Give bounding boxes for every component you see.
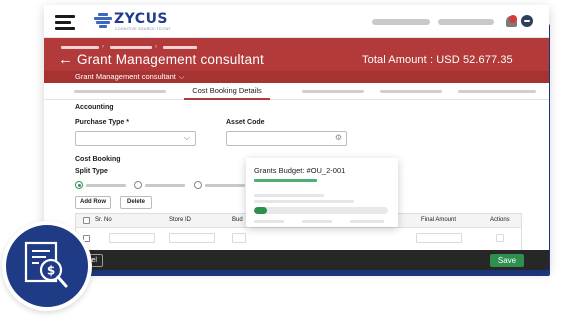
final-amount-cell-input[interactable] xyxy=(416,233,462,243)
asset-code-label: Asset Code xyxy=(226,119,265,126)
brand-logo-text: ZYCUS xyxy=(114,11,169,27)
action-icon[interactable] xyxy=(496,234,504,242)
accounting-heading: Accounting xyxy=(75,104,114,111)
breadcrumb-item[interactable] xyxy=(163,46,197,49)
add-row-button[interactable]: Add Row xyxy=(75,196,111,209)
split-type-option-3 xyxy=(205,184,245,187)
cost-booking-heading: Cost Booking xyxy=(75,156,121,163)
split-type-radio-1[interactable] xyxy=(75,181,83,189)
purchase-type-label: Purchase Type * xyxy=(75,119,129,126)
svg-text:$: $ xyxy=(47,264,55,278)
chevron-down-icon: ⌵ xyxy=(183,133,190,142)
budget-progress-fill xyxy=(254,207,268,214)
breadcrumb-item[interactable] xyxy=(61,46,99,49)
split-type-label: Split Type xyxy=(75,168,108,175)
page-header: › › ← Grant Management consultant Total … xyxy=(44,38,549,83)
delete-button[interactable]: Delete xyxy=(120,196,152,209)
chevron-down-icon: ⌵ xyxy=(178,74,185,81)
top-placeholder-2 xyxy=(438,19,494,25)
budget-progress-bar xyxy=(254,207,388,214)
popup-placeholder xyxy=(254,200,354,203)
popup-placeholder xyxy=(254,194,324,197)
popup-placeholder xyxy=(350,220,384,223)
popup-placeholder xyxy=(302,220,332,223)
breadcrumb-separator-icon: › xyxy=(155,44,157,50)
popup-accent-line xyxy=(254,179,317,182)
column-header-final-amount: Final Amount xyxy=(421,217,457,223)
app-window: ZYCUS COGNITIVE SOURCE-TO-PAY › › ← Gran… xyxy=(44,5,549,270)
total-amount: Total Amount : USD 52.677.35 xyxy=(362,54,513,66)
breadcrumb-item[interactable] xyxy=(110,46,152,49)
notification-bell-icon[interactable] xyxy=(506,15,517,27)
zycus-logo-icon xyxy=(94,13,112,28)
split-type-option-1 xyxy=(86,184,126,187)
tab-placeholder[interactable] xyxy=(380,90,442,93)
tab-cost-booking-details[interactable]: Cost Booking Details xyxy=(184,86,270,100)
subtitle-dropdown[interactable]: Grant Management consultant ⌵ xyxy=(75,72,184,82)
column-header-budget: Bud xyxy=(232,217,243,223)
tab-placeholder[interactable] xyxy=(302,90,364,93)
brand-tagline: COGNITIVE SOURCE-TO-PAY xyxy=(115,27,171,31)
breadcrumb-separator-icon: › xyxy=(102,44,104,50)
column-header-sr-no: Sr. No xyxy=(95,217,112,223)
sr-no-cell-input[interactable] xyxy=(109,233,155,243)
page-title: Grant Management consultant xyxy=(77,52,265,67)
tab-placeholder[interactable] xyxy=(458,90,536,93)
select-all-checkbox[interactable] xyxy=(83,217,90,224)
user-avatar-icon[interactable] xyxy=(521,15,533,27)
back-arrow-icon[interactable]: ← xyxy=(58,51,73,69)
cost-document-badge: $ xyxy=(2,221,92,311)
asset-code-field[interactable]: ⚙ xyxy=(226,131,347,146)
footer-bar: cel Save xyxy=(44,250,549,270)
subtitle-bar: Grant Management consultant ⌵ xyxy=(44,71,549,83)
split-type-radio-2[interactable] xyxy=(134,181,142,189)
split-type-option-2 xyxy=(145,184,185,187)
popup-title: Grants Budget: #OU_2-001 xyxy=(254,166,346,175)
popup-placeholder xyxy=(254,220,284,223)
grants-budget-popup: Grants Budget: #OU_2-001 xyxy=(246,158,398,227)
store-id-cell-input[interactable] xyxy=(169,233,215,243)
settings-gear-icon[interactable]: ⚙ xyxy=(335,133,342,142)
menu-icon[interactable] xyxy=(55,15,75,30)
invoice-search-icon: $ xyxy=(24,241,68,288)
column-header-store-id: Store ID xyxy=(169,217,192,223)
tab-placeholder[interactable] xyxy=(74,90,166,93)
top-bar: ZYCUS COGNITIVE SOURCE-TO-PAY xyxy=(44,5,549,38)
purchase-type-select[interactable]: ⌵ xyxy=(75,131,196,146)
budget-cell-input[interactable] xyxy=(232,233,246,243)
save-button[interactable]: Save xyxy=(490,254,524,267)
column-header-actions: Actions xyxy=(490,217,510,223)
subtitle-label: Grant Management consultant xyxy=(75,72,176,81)
top-placeholder-1 xyxy=(372,19,430,25)
split-type-radio-3[interactable] xyxy=(194,181,202,189)
tab-bar: Cost Booking Details xyxy=(44,83,549,100)
